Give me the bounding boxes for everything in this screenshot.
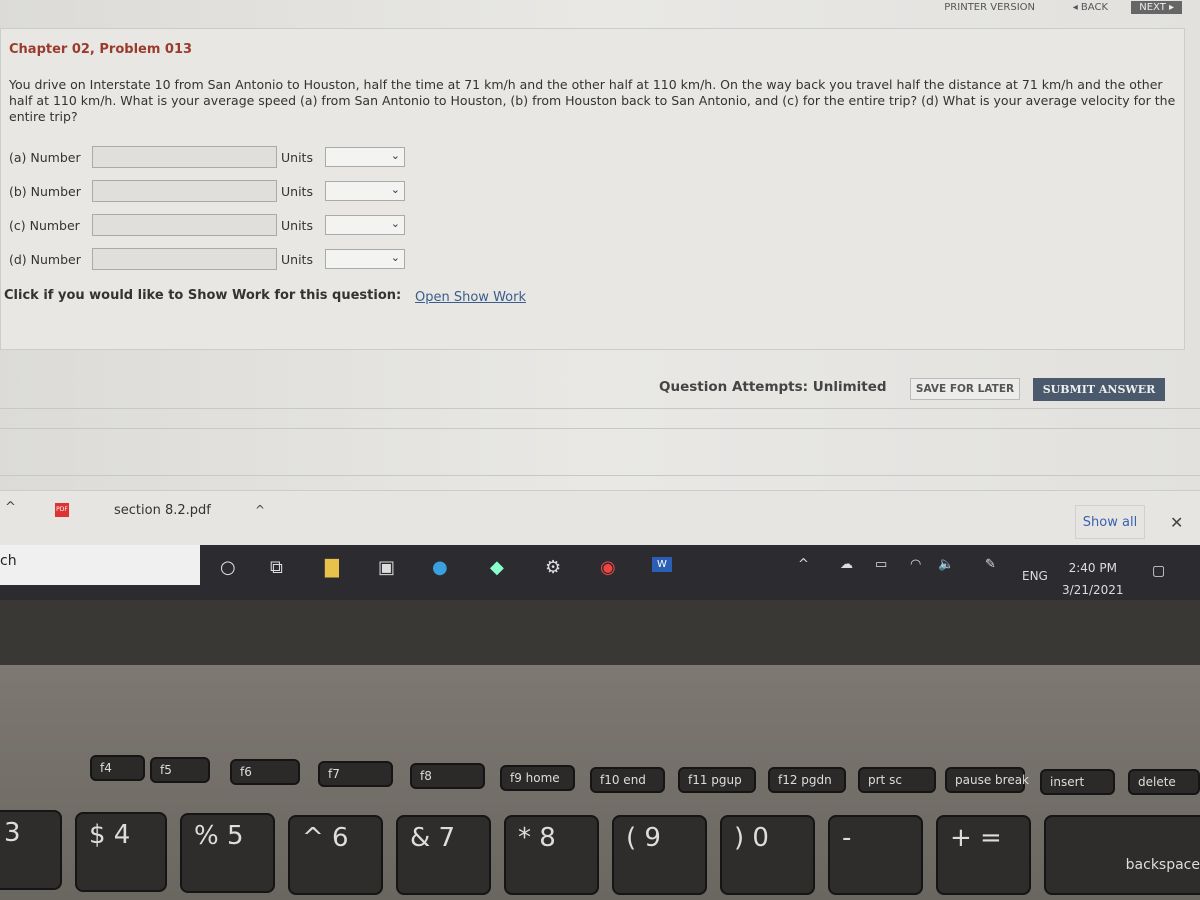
- answer-row-c: (c) Number Units ⌄: [9, 214, 405, 236]
- file-explorer-icon[interactable]: ▇: [325, 557, 339, 578]
- battery-icon[interactable]: ▭: [875, 557, 887, 572]
- cortana-icon[interactable]: ○: [220, 557, 236, 578]
- answer-label: (a) Number: [9, 149, 81, 165]
- clock[interactable]: 2:40 PM 3/21/2021: [1062, 557, 1124, 601]
- answer-row-d: (d) Number Units ⌄: [9, 248, 405, 270]
- units-label: Units: [281, 149, 313, 165]
- chevron-down-icon: ⌄: [390, 149, 400, 162]
- key-f12-pgdn[interactable]: f12 pgdn: [768, 767, 846, 793]
- onedrive-icon[interactable]: ☁: [840, 557, 853, 572]
- key-insert[interactable]: insert: [1040, 769, 1115, 795]
- number-input-c[interactable]: [92, 214, 277, 236]
- units-select-b[interactable]: ⌄: [325, 181, 405, 201]
- time: 2:40 PM: [1068, 561, 1117, 575]
- key-f7[interactable]: f7: [318, 761, 393, 787]
- taskbar: ch ○ ⧉ ▇ ▣ ● ◆ ⚙ ◉ W ^ ☁ ▭ ◠ 🔈 ✎ ENG 2:4…: [0, 545, 1200, 600]
- key-minus[interactable]: -: [828, 815, 923, 895]
- units-label: Units: [281, 217, 313, 233]
- chevron-up-icon[interactable]: ^: [5, 500, 16, 515]
- divider: [0, 408, 1200, 409]
- key-6[interactable]: ^ 6: [288, 815, 383, 895]
- problem-title: Chapter 02, Problem 013: [9, 42, 193, 57]
- chevron-down-icon: ⌄: [390, 251, 400, 264]
- units-label: Units: [281, 183, 313, 199]
- show-work-prompt: Click if you would like to Show Work for…: [4, 288, 402, 303]
- chevron-up-icon[interactable]: ^: [798, 557, 809, 572]
- key-3[interactable]: 3: [0, 810, 62, 890]
- notification-icon[interactable]: ▢: [1152, 563, 1165, 579]
- volume-icon[interactable]: 🔈: [938, 557, 954, 572]
- keyboard-deck: f4 f5 f6 f7 f8 f9 home f10 end f11 pgup …: [0, 665, 1200, 900]
- task-view-icon[interactable]: ⧉: [270, 557, 283, 578]
- key-equals[interactable]: + =: [936, 815, 1031, 895]
- date: 3/21/2021: [1062, 583, 1124, 597]
- show-all-button[interactable]: Show all: [1075, 505, 1145, 539]
- divider: [0, 428, 1200, 429]
- problem-text: You drive on Interstate 10 from San Anto…: [9, 77, 1176, 124]
- word-icon[interactable]: W: [652, 557, 672, 572]
- pdf-file-icon: PDF: [55, 503, 69, 517]
- answer-label: (b) Number: [9, 183, 81, 199]
- answer-row-b: (b) Number Units ⌄: [9, 180, 405, 202]
- key-0[interactable]: ) 0: [720, 815, 815, 895]
- key-f10-end[interactable]: f10 end: [590, 767, 665, 793]
- key-8[interactable]: * 8: [504, 815, 599, 895]
- browser-screen: PRINTER VERSION ◂ BACK NEXT ▸ Chapter 02…: [0, 0, 1200, 545]
- units-select-a[interactable]: ⌄: [325, 147, 405, 167]
- chevron-down-icon: ⌄: [390, 217, 400, 230]
- answer-row-a: (a) Number Units ⌄: [9, 146, 405, 168]
- units-select-d[interactable]: ⌄: [325, 249, 405, 269]
- key-7[interactable]: & 7: [396, 815, 491, 895]
- close-icon[interactable]: ✕: [1170, 513, 1183, 532]
- number-input-a[interactable]: [92, 146, 277, 168]
- key-f8[interactable]: f8: [410, 763, 485, 789]
- question-attempts: Question Attempts: Unlimited: [659, 379, 887, 395]
- answer-label: (d) Number: [9, 251, 81, 267]
- app-icon[interactable]: ◆: [490, 557, 504, 578]
- key-f5[interactable]: f5: [150, 757, 210, 783]
- key-f4[interactable]: f4: [90, 755, 145, 781]
- key-f11-pgup[interactable]: f11 pgup: [678, 767, 756, 793]
- units-label: Units: [281, 251, 313, 267]
- pen-icon[interactable]: ✎: [985, 557, 996, 572]
- chrome-icon[interactable]: ◉: [600, 557, 616, 578]
- edge-icon[interactable]: ●: [432, 557, 448, 578]
- language-indicator[interactable]: ENG: [1022, 569, 1048, 583]
- key-pause-break[interactable]: pause break: [945, 767, 1029, 793]
- wifi-icon[interactable]: ◠: [910, 557, 921, 572]
- store-icon[interactable]: ▣: [378, 557, 395, 578]
- search-text: ch: [0, 553, 17, 569]
- key-5[interactable]: % 5: [180, 813, 275, 893]
- open-show-work-link[interactable]: Open Show Work: [415, 290, 526, 305]
- key-f9-home[interactable]: f9 home: [500, 765, 575, 791]
- answer-label: (c) Number: [9, 217, 80, 233]
- search-box[interactable]: ch: [0, 545, 200, 585]
- units-select-c[interactable]: ⌄: [325, 215, 405, 235]
- key-backspace[interactable]: backspace: [1044, 815, 1200, 895]
- divider: [0, 475, 1200, 476]
- key-4[interactable]: $ 4: [75, 812, 167, 892]
- key-delete[interactable]: delete: [1128, 769, 1200, 795]
- key-f6[interactable]: f6: [230, 759, 300, 785]
- top-nav: PRINTER VERSION ◂ BACK NEXT ▸: [800, 0, 1200, 16]
- download-item[interactable]: section 8.2.pdf: [114, 503, 211, 518]
- key-prt-sc[interactable]: prt sc: [858, 767, 936, 793]
- number-input-d[interactable]: [92, 248, 277, 270]
- key-9[interactable]: ( 9: [612, 815, 707, 895]
- back-link[interactable]: ◂ BACK: [1073, 1, 1108, 14]
- submit-answer-button[interactable]: SUBMIT ANSWER: [1033, 378, 1165, 401]
- laptop-bezel: [0, 600, 1200, 665]
- chevron-up-icon[interactable]: ^: [255, 503, 265, 517]
- next-button[interactable]: NEXT ▸: [1131, 1, 1182, 14]
- printer-version-link[interactable]: PRINTER VERSION: [944, 1, 1035, 14]
- settings-icon[interactable]: ⚙: [545, 557, 561, 578]
- chevron-down-icon: ⌄: [390, 183, 400, 196]
- save-for-later-button[interactable]: SAVE FOR LATER: [910, 378, 1020, 400]
- number-input-b[interactable]: [92, 180, 277, 202]
